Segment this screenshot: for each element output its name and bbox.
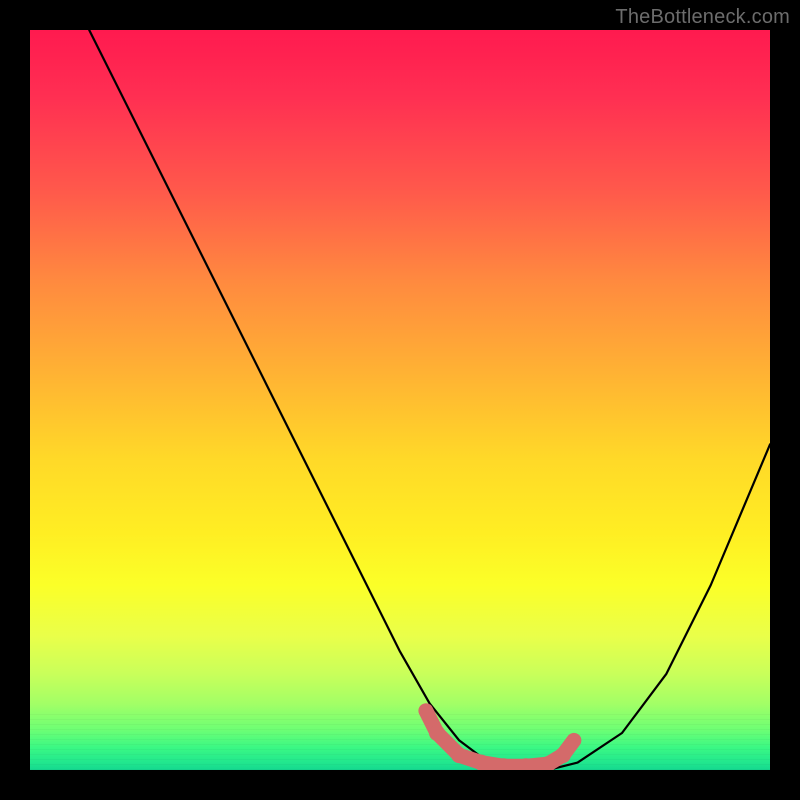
chart-gradient-bg bbox=[30, 30, 770, 770]
chart-frame bbox=[30, 30, 770, 770]
watermark-text: TheBottleneck.com bbox=[615, 6, 790, 29]
